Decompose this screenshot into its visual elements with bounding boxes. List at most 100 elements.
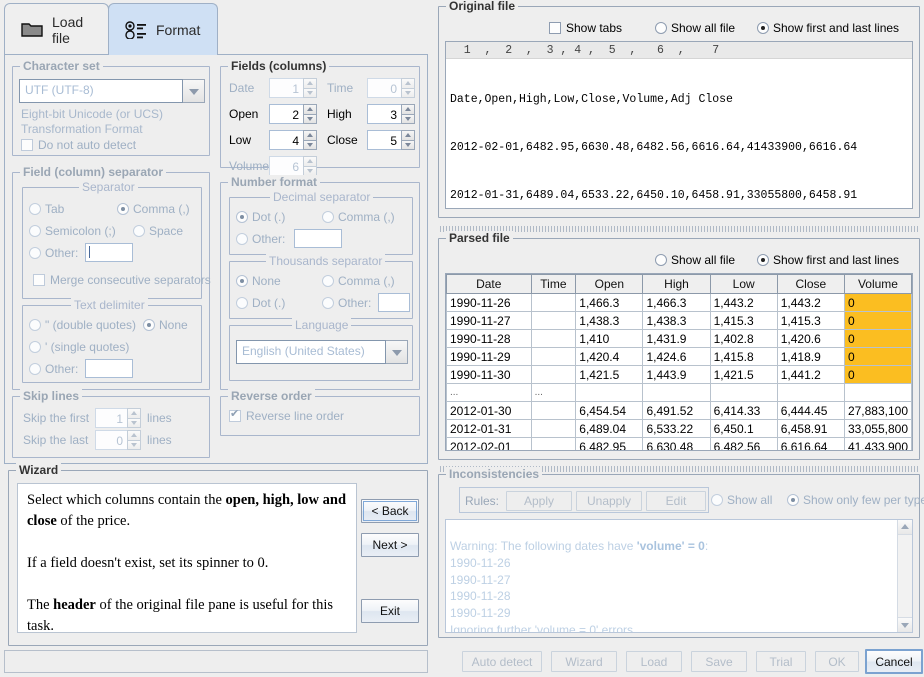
spinner-up-icon[interactable] [303,78,317,88]
spinner-up-icon[interactable] [127,430,141,440]
reverse-line-order-checkbox[interactable]: Reverse line order [229,408,344,423]
field-close-spinner[interactable]: 5 [367,130,415,150]
spinner-up-icon[interactable] [303,104,317,114]
table-row[interactable]: 2012-01-31 6,489.04 6,533.22 6,450.1 6,4… [446,419,912,438]
thousands-radio-none[interactable]: None [236,274,281,288]
delimiter-radio-single-quotes[interactable]: ' (single quotes) [29,340,129,354]
field-time-spinner[interactable]: 0 [367,78,415,98]
decimal-radio-comma[interactable]: Comma (,) [322,210,395,224]
table-row[interactable]: 1990-11-27 1,438.3 1,438.3 1,415.3 1,415… [446,311,912,330]
spinner-arrows[interactable] [303,104,317,124]
separator-radio-tab[interactable]: Tab [29,202,64,216]
spinner-arrows[interactable] [303,78,317,98]
field-low-value[interactable]: 4 [269,130,303,150]
skip-last-spinner[interactable]: 0 [95,430,141,450]
separator-radio-other[interactable]: Other: [29,246,78,260]
thousands-other-input[interactable] [378,293,410,312]
character-set-combo[interactable]: UTF (UTF-8) [19,79,205,103]
inconsistencies-log[interactable]: Warning: The following dates have 'volum… [445,519,913,633]
rules-apply-button[interactable]: Apply [506,491,572,511]
wizard-button[interactable]: Wizard [551,651,617,672]
table-row[interactable]: 2012-01-30 6,454.54 6,491.52 6,414.33 6,… [446,401,912,420]
wizard-back-button[interactable]: < Back [361,499,419,523]
column-header-high[interactable]: High [642,274,711,294]
field-low-spinner[interactable]: 4 [269,130,317,150]
column-header-close[interactable]: Close [776,274,845,294]
spinner-arrows[interactable] [303,130,317,150]
original-show-all-radio[interactable]: Show all file [655,21,735,35]
original-show-first-last-radio[interactable]: Show first and last lines [757,21,899,35]
tab-load-file[interactable]: Load file [4,3,109,55]
delimiter-other-input[interactable] [85,359,133,378]
spinner-arrows[interactable] [303,156,317,176]
chevron-down-icon[interactable] [183,79,205,103]
parsed-show-all-radio[interactable]: Show all file [655,253,735,267]
load-button[interactable]: Load [626,651,682,672]
save-button[interactable]: Save [691,651,747,672]
inconsistencies-show-all-radio[interactable]: Show all [711,493,772,507]
field-high-spinner[interactable]: 3 [367,104,415,124]
field-open-spinner[interactable]: 2 [269,104,317,124]
thousands-radio-dot[interactable]: Dot (.) [236,296,285,310]
delimiter-radio-double-quotes[interactable]: " (double quotes) [29,318,136,332]
column-header-open[interactable]: Open [575,274,644,294]
spinner-up-icon[interactable] [401,78,415,88]
field-date-spinner[interactable]: 1 [269,78,317,98]
field-open-value[interactable]: 2 [269,104,303,124]
spinner-down-icon[interactable] [303,140,317,150]
ok-button[interactable]: OK [815,651,859,672]
merge-separators-checkbox[interactable]: Merge consecutive separators [33,273,211,287]
scroll-up-icon[interactable] [898,520,912,535]
parsed-show-first-last-radio[interactable]: Show first and last lines [757,253,899,267]
table-row[interactable]: 1990-11-26 1,466.3 1,466.3 1,443.2 1,443… [446,293,912,312]
spinner-up-icon[interactable] [401,130,415,140]
cancel-button[interactable]: Cancel [865,649,923,674]
parsed-file-table-scroll[interactable]: Date Time Open High Low Close Volume 199… [445,273,913,451]
column-header-low[interactable]: Low [709,274,778,294]
table-row[interactable]: 1990-11-30 1,421.5 1,443.9 1,421.5 1,441… [446,365,912,384]
spinner-up-icon[interactable] [303,156,317,166]
rules-unapply-button[interactable]: Unapply [576,491,642,511]
spinner-arrows[interactable] [127,430,141,450]
table-row[interactable]: 1990-11-28 1,410 1,431.9 1,402.8 1,420.6… [446,329,912,348]
spinner-arrows[interactable] [401,78,415,98]
column-header-date[interactable]: Date [446,274,532,294]
chevron-down-icon[interactable] [386,340,408,364]
field-close-value[interactable]: 5 [367,130,401,150]
skip-first-spinner[interactable]: 1 [95,408,141,428]
spinner-down-icon[interactable] [401,88,415,98]
separator-radio-comma[interactable]: Comma (,) [117,202,190,216]
decimal-radio-dot[interactable]: Dot (.) [236,210,285,224]
separator-radio-semicolon[interactable]: Semicolon (;) [29,224,116,238]
column-header-time[interactable]: Time [530,274,577,294]
auto-detect-button[interactable]: Auto detect [462,651,542,672]
decimal-radio-other[interactable]: Other: [236,232,285,246]
table-row[interactable]: 2012-02-01 6,482.95 6,630.48 6,482.56 6,… [446,437,912,450]
original-file-textarea[interactable]: 1 , 2 , 3 , 4 , 5 , 6 , 7 Date,Open,High… [445,41,913,209]
spinner-down-icon[interactable] [401,140,415,150]
spinner-down-icon[interactable] [303,88,317,98]
spinner-down-icon[interactable] [127,440,141,450]
spinner-down-icon[interactable] [303,114,317,124]
table-row[interactable]: ... ... [446,383,912,402]
show-tabs-checkbox[interactable]: Show tabs [549,21,622,35]
spinner-up-icon[interactable] [401,104,415,114]
table-row[interactable]: 1990-11-29 1,420.4 1,424.6 1,415.8 1,418… [446,347,912,366]
wizard-exit-button[interactable]: Exit [361,599,419,623]
spinner-down-icon[interactable] [127,418,141,428]
separator-other-input[interactable] [85,243,133,262]
language-combo[interactable]: English (United States) [236,340,408,364]
field-high-value[interactable]: 3 [367,104,401,124]
thousands-radio-other[interactable]: Other: [322,296,371,310]
delimiter-radio-none[interactable]: None [143,318,188,332]
spinner-up-icon[interactable] [127,408,141,418]
trial-button[interactable]: Trial [756,651,806,672]
inconsistencies-scrollbar[interactable] [897,520,912,632]
spinner-down-icon[interactable] [401,114,415,124]
spinner-arrows[interactable] [127,408,141,428]
delimiter-radio-other[interactable]: Other: [29,362,78,376]
tab-format[interactable]: Format [108,3,218,55]
column-header-volume[interactable]: Volume [843,274,912,294]
field-volume-spinner[interactable]: 6 [269,156,317,176]
rules-edit-button[interactable]: Edit [646,491,706,511]
